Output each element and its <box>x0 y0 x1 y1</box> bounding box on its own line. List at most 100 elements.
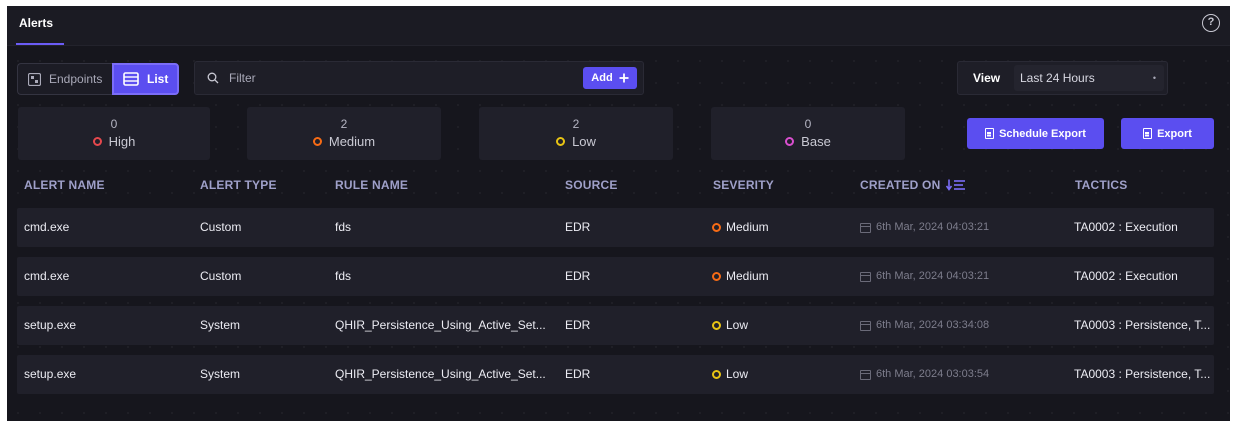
tactics: TA0003 : Persistence, T... <box>1074 367 1211 381</box>
calendar-icon <box>860 222 871 233</box>
time-range-value: Last 24 Hours <box>1020 71 1095 85</box>
low-count-card[interactable]: 2 Low <box>479 107 673 160</box>
document-icon <box>1143 128 1153 139</box>
chevron-down-icon: • <box>1152 73 1156 83</box>
low-severity-icon <box>556 137 566 146</box>
rule-name: fds <box>335 269 352 283</box>
schedule-export-button[interactable]: Schedule Export <box>967 118 1104 149</box>
created-on: 6th Mar, 2024 03:34:08 <box>860 306 989 345</box>
export-label: Export <box>1157 127 1192 140</box>
list-icon <box>123 72 139 86</box>
severity: Low <box>712 306 748 345</box>
column-alert-name[interactable]: ALERT NAME <box>24 178 105 192</box>
low-severity-icon <box>712 370 721 379</box>
created-on: 6th Mar, 2024 03:03:54 <box>860 355 989 394</box>
created-on-value: 6th Mar, 2024 03:34:08 <box>876 319 990 331</box>
rule-name: QHIR_Persistence_Using_Active_Set... <box>335 367 546 381</box>
low-label: Low <box>572 134 596 149</box>
severity-label: Medium <box>726 220 769 234</box>
alert-name: setup.exe <box>24 367 77 381</box>
table-row[interactable]: setup.exe System QHIR_Persistence_Using_… <box>17 355 1214 394</box>
created-on-value: 6th Mar, 2024 04:03:21 <box>876 270 990 282</box>
low-severity-icon <box>712 321 721 330</box>
severity: Low <box>712 355 748 394</box>
view-selector: View Last 24 Hours • <box>957 61 1168 95</box>
base-severity-icon <box>785 137 795 146</box>
column-tactics[interactable]: TACTICS <box>1075 178 1128 192</box>
source: EDR <box>565 220 591 234</box>
view-label: View <box>973 71 1001 85</box>
tactics: TA0002 : Execution <box>1074 269 1178 283</box>
column-alert-type[interactable]: ALERT TYPE <box>200 178 277 192</box>
high-label: High <box>108 134 136 149</box>
alerts-app: Alerts ? Endpoints List Add <box>7 6 1230 421</box>
help-icon[interactable]: ? <box>1202 14 1220 32</box>
table-row[interactable]: cmd.exe Custom fds EDR Medium 6th Mar, 2… <box>17 208 1214 247</box>
severity-label: Medium <box>726 269 769 283</box>
endpoints-icon <box>28 72 41 86</box>
filter-bar: Add <box>194 61 644 95</box>
search-icon <box>207 72 219 84</box>
endpoints-label: Endpoints <box>49 72 103 86</box>
alert-name: cmd.exe <box>24 269 70 283</box>
calendar-icon <box>860 271 871 282</box>
rule-name: QHIR_Persistence_Using_Active_Set... <box>335 318 546 332</box>
sort-descending-icon[interactable] <box>946 179 966 191</box>
alert-name: setup.exe <box>24 318 77 332</box>
source: EDR <box>565 269 591 283</box>
alert-type: System <box>200 318 241 332</box>
column-created-on[interactable]: CREATED ON <box>860 178 966 192</box>
base-count: 0 <box>804 117 812 131</box>
time-range-select[interactable]: Last 24 Hours • <box>1014 65 1164 91</box>
active-tab-indicator <box>16 43 64 45</box>
column-severity[interactable]: SEVERITY <box>713 178 774 192</box>
medium-severity-icon <box>312 137 322 146</box>
created-on: 6th Mar, 2024 04:03:21 <box>860 208 989 247</box>
base-label: Base <box>801 134 831 149</box>
medium-count-card[interactable]: 2 Medium <box>247 107 441 160</box>
created-on-value: 6th Mar, 2024 04:03:21 <box>876 221 990 233</box>
filter-input[interactable] <box>229 62 559 94</box>
created-on-label: CREATED ON <box>860 178 941 192</box>
table-row[interactable]: cmd.exe Custom fds EDR Medium 6th Mar, 2… <box>17 257 1214 296</box>
created-on-value: 6th Mar, 2024 03:03:54 <box>876 368 990 380</box>
rule-name: fds <box>335 220 352 234</box>
top-bar: Alerts ? <box>7 6 1230 46</box>
medium-severity-icon <box>712 272 721 281</box>
document-icon <box>985 128 995 139</box>
plus-icon <box>619 73 629 83</box>
alert-type: Custom <box>200 220 242 234</box>
source: EDR <box>565 318 591 332</box>
table-row[interactable]: setup.exe System QHIR_Persistence_Using_… <box>17 306 1214 345</box>
tactics: TA0002 : Execution <box>1074 220 1178 234</box>
column-source[interactable]: SOURCE <box>565 178 618 192</box>
endpoints-view-button[interactable]: Endpoints <box>17 63 112 95</box>
severity-label: Low <box>726 367 749 381</box>
high-severity-icon <box>92 137 102 146</box>
calendar-icon <box>860 369 871 380</box>
created-on: 6th Mar, 2024 04:03:21 <box>860 257 989 296</box>
schedule-export-label: Schedule Export <box>999 127 1086 140</box>
list-view-button[interactable]: List <box>112 63 179 95</box>
alert-type: Custom <box>200 269 242 283</box>
medium-count: 2 <box>340 117 348 131</box>
low-count: 2 <box>572 117 580 131</box>
tactics: TA0003 : Persistence, T... <box>1074 318 1211 332</box>
medium-label: Medium <box>328 134 376 149</box>
alert-name: cmd.exe <box>24 220 70 234</box>
medium-severity-icon <box>712 223 721 232</box>
column-rule-name[interactable]: RULE NAME <box>335 178 408 192</box>
calendar-icon <box>860 320 871 331</box>
high-count-card[interactable]: 0 High <box>18 107 210 160</box>
severity: Medium <box>712 257 769 296</box>
source: EDR <box>565 367 591 381</box>
severity-label: Low <box>726 318 749 332</box>
base-count-card[interactable]: 0 Base <box>711 107 905 160</box>
alert-type: System <box>200 367 241 381</box>
add-label: Add <box>591 72 613 84</box>
list-label: List <box>147 72 169 86</box>
tab-alerts[interactable]: Alerts <box>19 6 53 46</box>
export-button[interactable]: Export <box>1121 118 1214 149</box>
add-filter-button[interactable]: Add <box>583 67 637 89</box>
high-count: 0 <box>110 117 118 131</box>
